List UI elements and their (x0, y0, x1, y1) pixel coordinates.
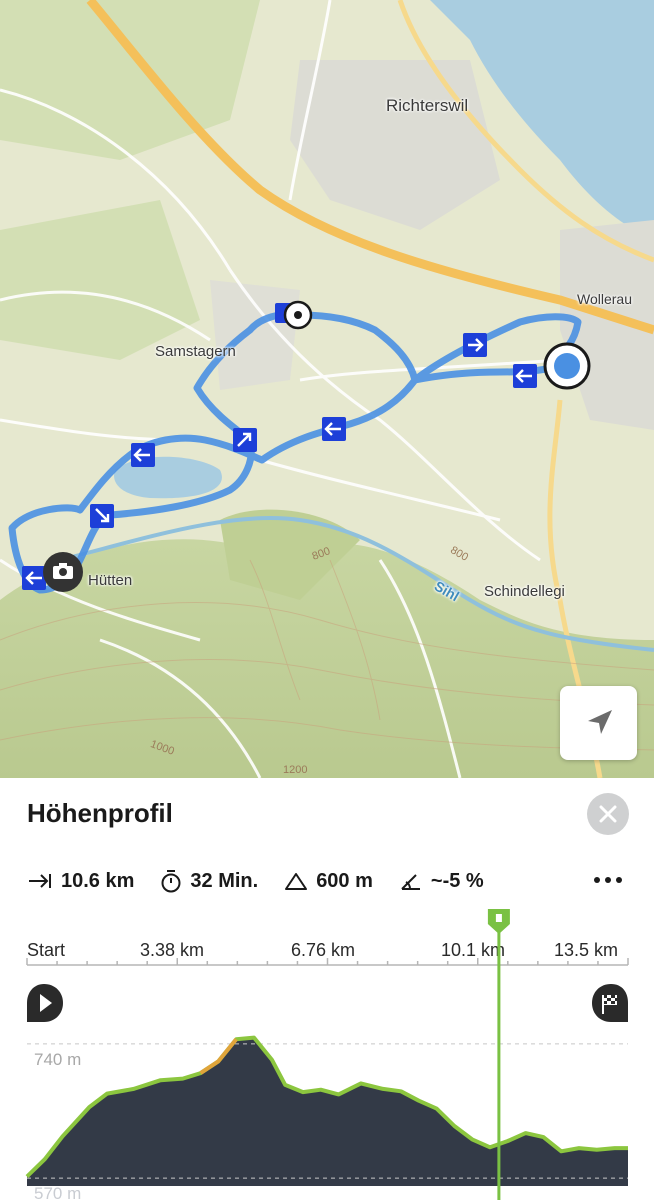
contour-label: 1200 (283, 764, 308, 776)
direction-arrow-icon (90, 504, 114, 528)
place-label: Richterswil (386, 96, 469, 115)
position-marker-grip (495, 914, 502, 922)
finish-flag-icon (592, 984, 628, 1022)
locate-me-button[interactable] (560, 686, 637, 760)
y-tick-label: 570 m (34, 1184, 81, 1200)
direction-arrow-icon (233, 428, 257, 452)
direction-arrow-icon (322, 417, 346, 441)
elevation-panel: Höhenprofil 10.6 km 32 Min. 600 m ~-5 % … (0, 778, 654, 1200)
elevation-profile-chart[interactable]: 740 m 570 m (0, 778, 654, 1200)
elevation-area (27, 1037, 628, 1186)
direction-arrow-icon (22, 566, 46, 590)
direction-arrow-icon (463, 333, 487, 357)
current-location-icon (543, 342, 591, 390)
place-label: Hütten (88, 572, 133, 589)
route-arrows (22, 300, 591, 592)
map-view[interactable]: Richterswil Wollerau Samstagern Hütten S… (0, 0, 654, 778)
direction-arrow-icon (513, 364, 537, 388)
place-label: Samstagern (155, 343, 236, 360)
camera-marker-icon (43, 552, 83, 592)
place-label: Schindellegi (484, 583, 565, 600)
navigation-arrow-icon (587, 710, 612, 734)
distance-axis-line (26, 958, 629, 966)
start-flag-icon (27, 984, 63, 1022)
direction-arrow-icon (131, 443, 155, 467)
place-label: Wollerau (577, 291, 632, 307)
y-tick-label: 740 m (34, 1050, 81, 1069)
waypoint-marker-icon (283, 300, 313, 330)
